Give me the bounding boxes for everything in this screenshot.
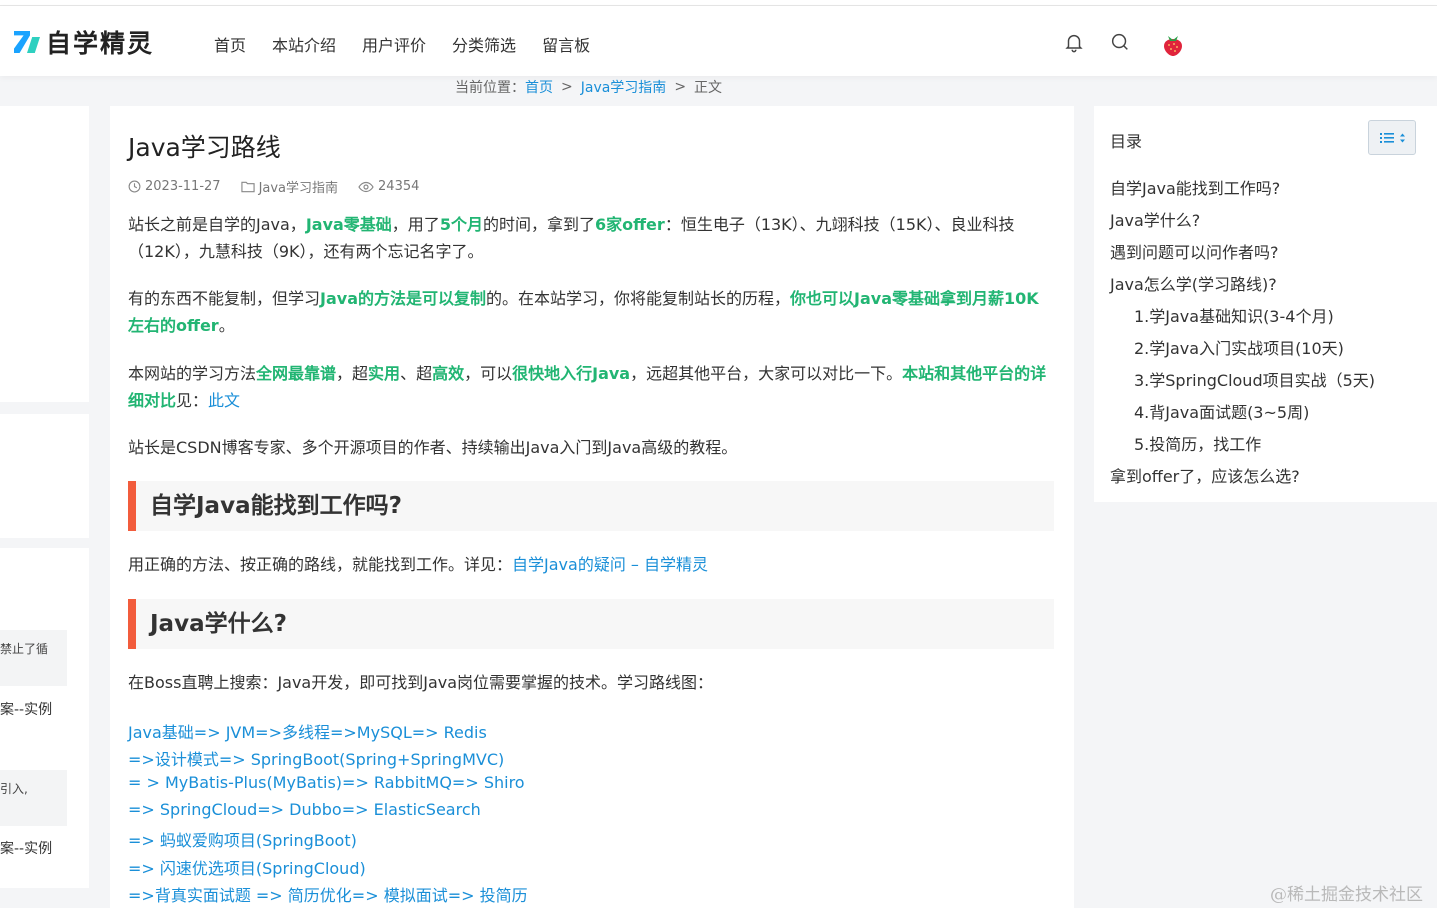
- route-line[interactable]: =>设计模式=> SpringBoot(Spring+SpringMVC): [128, 746, 504, 770]
- nav-item-categories[interactable]: 分类筛选: [452, 32, 516, 56]
- toc-item[interactable]: 拿到offer了，应该怎么选?: [1110, 463, 1300, 487]
- main-nav: 首页 本站介绍 用户评价 分类筛选 留言板: [214, 32, 616, 56]
- article-paragraph: 有的东西不能复制，但学习Java的方法是可以复制的。在本站学习，你将能复制站长的…: [128, 289, 1039, 335]
- folder-icon: [240, 181, 255, 193]
- left-sidebar-card: [0, 106, 89, 402]
- site-header: 自学精灵 首页 本站介绍 用户评价 分类筛选 留言板: [0, 6, 1437, 76]
- eye-icon: [358, 181, 374, 192]
- article-paragraph: 用正确的方法、按正确的路线，就能找到工作。详见：自学Java的疑问 – 自学精灵: [128, 555, 708, 574]
- search-icon[interactable]: [1109, 31, 1131, 53]
- comparison-link[interactable]: 此文: [208, 391, 240, 410]
- breadcrumb-current: 正文: [694, 80, 723, 96]
- article-views: 24354: [378, 179, 420, 194]
- breadcrumb-category[interactable]: Java学习指南: [581, 77, 667, 97]
- breadcrumb-label: 当前位置：: [455, 80, 525, 96]
- article-paragraph: 站长之前是自学的Java，Java零基础，用了5个月的时间，拿到了6家offer…: [128, 215, 1015, 261]
- left-sidebar-card: [0, 414, 89, 538]
- article-paragraph: 站长是CSDN博客专家、多个开源项目的作者、持续输出Java入门到Java高级的…: [128, 438, 738, 457]
- article-category[interactable]: Java学习指南: [259, 177, 338, 196]
- list-item[interactable]: 案--实例: [0, 838, 89, 858]
- article-title: Java学习路线: [128, 133, 281, 162]
- table-of-contents: 目录 自学Java能找到工作吗? Java学什么? 遇到问题可以问作者吗? Ja…: [1094, 106, 1437, 502]
- nav-item-guestbook[interactable]: 留言板: [542, 32, 590, 56]
- nav-item-reviews[interactable]: 用户评价: [362, 32, 426, 56]
- clock-icon: [128, 180, 141, 193]
- route-line[interactable]: =>背真实面试题 => 简历优化=> 模拟面试=> 投简历: [128, 882, 528, 906]
- list-item[interactable]: 禁止了循: [0, 630, 67, 686]
- route-line[interactable]: = > MyBatis-Plus(MyBatis)=> RabbitMQ=> S…: [128, 773, 525, 792]
- toc-subitem[interactable]: 5.投简历，找工作: [1134, 431, 1261, 455]
- toc-toggle-button[interactable]: [1368, 120, 1416, 155]
- article-card: Java学习路线 2023-11-27 Java学习指南 24354 站长之前是…: [110, 106, 1074, 908]
- toc-item[interactable]: 遇到问题可以问作者吗?: [1110, 239, 1279, 263]
- strawberry-avatar[interactable]: [1160, 32, 1186, 58]
- nav-item-about[interactable]: 本站介绍: [272, 32, 336, 56]
- toc-item[interactable]: Java怎么学(学习路线)?: [1110, 271, 1277, 295]
- breadcrumb: 当前位置： 首页 > Java学习指南 > 正文: [455, 77, 722, 97]
- article-date: 2023-11-27: [145, 179, 221, 194]
- article-paragraph: 本网站的学习方法全网最靠谱，超实用、超高效，可以很快地入行Java，远超其他平台…: [128, 364, 1047, 410]
- left-sidebar-card: 禁止了循 案--实例 引入, 案--实例: [0, 548, 89, 888]
- list-icon: [1380, 133, 1405, 143]
- toc-item[interactable]: 自学Java能找到工作吗?: [1110, 175, 1280, 199]
- article-meta: 2023-11-27 Java学习指南 24354: [128, 177, 439, 196]
- toc-item[interactable]: Java学什么?: [1110, 207, 1200, 231]
- article-paragraph: 在Boss直聘上搜索：Java开发，即可找到Java岗位需要掌握的技术。学习路线…: [128, 673, 714, 692]
- route-line[interactable]: => 蚂蚁爱购项目(SpringBoot): [128, 827, 357, 851]
- logo-icon: [14, 29, 40, 55]
- watermark: @稀土掘金技术社区: [1270, 885, 1423, 905]
- section-heading: Java学什么?: [128, 599, 1054, 649]
- nav-item-home[interactable]: 首页: [214, 32, 246, 56]
- site-logo[interactable]: 自学精灵: [14, 24, 154, 60]
- logo-text: 自学精灵: [46, 29, 155, 58]
- bell-icon[interactable]: [1063, 31, 1085, 53]
- toc-subitem[interactable]: 1.学Java基础知识(3-4个月): [1134, 303, 1334, 327]
- list-item[interactable]: 案--实例: [0, 699, 89, 719]
- route-line[interactable]: => SpringCloud=> Dubbo=> ElasticSearch: [128, 800, 481, 819]
- toc-subitem[interactable]: 4.背Java面试题(3~5周): [1134, 399, 1309, 423]
- route-line[interactable]: Java基础=> JVM=>多线程=>MySQL=> Redis: [128, 719, 487, 743]
- chevron-right-icon: >: [674, 79, 687, 95]
- toc-subitem[interactable]: 3.学SpringCloud项目实战（5天): [1134, 367, 1375, 391]
- breadcrumb-home[interactable]: 首页: [525, 77, 553, 97]
- faq-link[interactable]: 自学Java的疑问 – 自学精灵: [512, 555, 708, 574]
- route-line[interactable]: => 闪速优选项目(SpringCloud): [128, 855, 366, 879]
- section-heading: 自学Java能找到工作吗?: [128, 481, 1054, 531]
- toc-subitem[interactable]: 2.学Java入门实战项目(10天): [1134, 335, 1344, 359]
- toc-title: 目录: [1110, 132, 1143, 151]
- list-item[interactable]: 引入,: [0, 770, 67, 826]
- chevron-right-icon: >: [561, 79, 573, 95]
